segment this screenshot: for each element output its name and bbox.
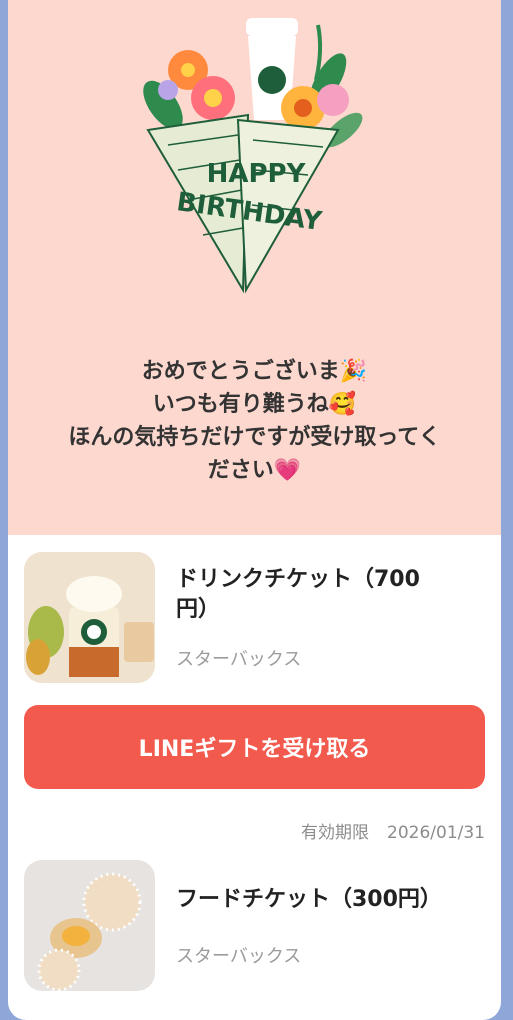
sparkling-heart-icon: 💗 <box>273 458 302 483</box>
party-popper-icon: 🎉 <box>339 359 368 384</box>
greeting-banner: HAPPY BIRTHDAY おめでとうございま🎉 いつも有り難うね🥰 ほんの気… <box>8 0 501 535</box>
message-line-3: ほんの気持ちだけですが受け取ってく <box>68 425 441 450</box>
drink-ticket-title[interactable]: ドリンクチケット（700 円） <box>176 565 476 625</box>
food-ticket-image[interactable] <box>24 860 155 991</box>
message-line-1: おめでとうございま🎉 <box>141 359 368 384</box>
greeting-message: おめでとうございま🎉 いつも有り難うね🥰 ほんの気持ちだけですが受け取ってく だ… <box>32 355 477 487</box>
message-line-2: いつも有り難うね🥰 <box>152 392 357 417</box>
drink-ticket-image[interactable] <box>24 552 155 683</box>
happy-text: HAPPY <box>207 159 307 189</box>
frappuccino-image <box>24 552 155 683</box>
food-ticket-title[interactable]: フードチケット（300円） <box>176 885 476 915</box>
food-ticket-brand: スターバックス <box>176 946 302 967</box>
smiling-hearts-icon: 🥰 <box>328 392 357 417</box>
drink-ticket-brand: スターバックス <box>176 649 302 670</box>
expiry-date: 2026/01/31 <box>387 823 485 843</box>
message-line-4: ださい💗 <box>207 458 302 483</box>
birthday-bouquet-illustration: HAPPY BIRTHDAY <box>143 18 363 294</box>
receive-gift-button[interactable]: LINEギフトを受け取る <box>24 705 485 789</box>
gift-card: HAPPY BIRTHDAY おめでとうございま🎉 いつも有り難うね🥰 ほんの気… <box>8 0 501 1020</box>
expiry-label: 有効期限 <box>301 823 370 843</box>
pastry-image <box>24 860 155 991</box>
expiry-info: 有効期限 2026/01/31 <box>301 818 485 843</box>
